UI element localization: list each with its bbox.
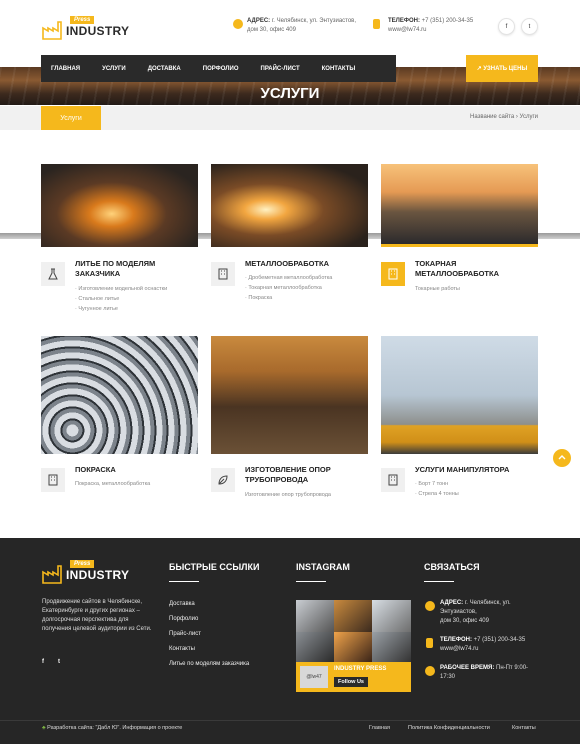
bottom-link-contacts[interactable]: Контакты [512, 724, 536, 733]
card-title-metalwork[interactable]: МЕТАЛЛООБРАБОТКА [245, 259, 365, 269]
contact-heading: СВЯЗАТЬСЯ [424, 562, 480, 572]
globe-icon [233, 19, 243, 29]
card-image-painting[interactable] [41, 336, 198, 454]
card-list-turning: Токарные работы [415, 286, 460, 292]
footer-logo[interactable]: Press INDUSTRY [42, 560, 132, 586]
card-list-painting: Покраска, металлообработка [75, 481, 151, 487]
quick-links-list: Доставка Порфолио Прайс-лист Контакты Ли… [169, 597, 279, 672]
logo-text: INDUSTRY [66, 24, 130, 38]
twitter-icon[interactable]: t [521, 18, 538, 35]
developer-credit[interactable]: ♣ Разработка сайта: "Дабл Ю". Информация… [42, 724, 272, 733]
breadcrumb: Название сайта › Услуги [470, 114, 538, 120]
card-list-crane: · Борт 7 тонн · Стрела 4 тонны [415, 481, 459, 497]
breadcrumb-separator: › [515, 114, 518, 120]
nav-item-home[interactable]: ГЛАВНАЯ [51, 66, 80, 72]
card-image-turning[interactable] [381, 164, 538, 247]
header-address: АДРЕС: г. Челябинск, ул. Энтузиастов, дом… [247, 18, 357, 33]
leaf-icon [211, 468, 235, 492]
phone-icon [426, 638, 433, 648]
phone-icon [373, 19, 380, 29]
insta-thumb[interactable] [372, 632, 411, 662]
instagram-heading: INSTAGRAM [296, 562, 350, 572]
card-title-crane[interactable]: УСЛУГИ МАНИПУЛЯТОРА [415, 465, 545, 475]
factory-icon [42, 565, 62, 584]
card-title-supports[interactable]: ИЗГОТОВЛЕНИЕ ОПОР ТРУБОПРОВОДА [245, 465, 375, 485]
nav-item-contacts[interactable]: КОНТАКТЫ [322, 66, 356, 72]
card-list-casting: · Изготовление модельной оснастки · Сталь… [75, 286, 168, 312]
card-image-supports[interactable] [211, 336, 368, 454]
site-logo[interactable]: Press INDUSTRY [42, 16, 132, 42]
insta-name: INDUSTRY PRESS [334, 666, 387, 672]
footer-facebook-icon[interactable]: f [42, 658, 44, 667]
card-title-painting[interactable]: ПОКРАСКА [75, 465, 195, 475]
clock-icon [425, 666, 435, 676]
breadcrumb-site[interactable]: Название сайта [470, 114, 514, 120]
logo-text: INDUSTRY [66, 568, 130, 582]
footer-phone: ТЕЛЕФОН: +7 (351) 200-34-35 www@lw74.ru [440, 637, 526, 652]
insta-thumb[interactable] [334, 600, 372, 632]
nav-item-services[interactable]: УСЛУГИ [102, 66, 126, 72]
card-title-turning[interactable]: ТОКАРНАЯ МЕТАЛЛООБРАБОТКА [415, 259, 535, 279]
scroll-up-button[interactable] [553, 449, 571, 467]
card-image-metalwork[interactable] [211, 164, 368, 247]
quick-link-contacts[interactable]: Контакты [169, 642, 279, 657]
building-icon [41, 468, 65, 492]
chevron-up-icon [558, 455, 566, 460]
footer-address: АДРЕС: г. Челябинск, ул. Энтузиастов, дом … [440, 600, 511, 624]
insta-profile-bar: @lw47 INDUSTRY PRESS Follow Us [296, 662, 411, 692]
insta-avatar: @lw47 [300, 666, 328, 688]
facebook-icon[interactable]: f [498, 18, 515, 35]
factory-icon [42, 21, 62, 40]
card-list-metalwork: · Дробеметная металлообработка · Токарная… [245, 275, 333, 301]
building-icon [211, 262, 235, 286]
insta-thumb[interactable] [296, 600, 334, 632]
nav-item-delivery[interactable]: ДОСТАВКА [148, 66, 181, 72]
bottom-link-privacy[interactable]: Политика Конфиденциальности [408, 724, 490, 733]
card-image-crane[interactable] [381, 336, 538, 454]
footer-twitter-icon[interactable]: t [58, 658, 60, 667]
insta-thumb[interactable] [372, 600, 411, 632]
insta-thumb[interactable] [296, 632, 334, 662]
logo-badge: Press [70, 560, 95, 568]
building-icon [381, 468, 405, 492]
breadcrumb-current: Услуги [519, 114, 538, 120]
section-tab: Услуги [41, 106, 101, 130]
heading-underline [296, 581, 326, 582]
quick-link-portfolio[interactable]: Порфолио [169, 612, 279, 627]
heading-underline [424, 581, 454, 582]
header-phone: ТЕЛЕФОН: +7 (351) 200-34-35 www@lw74.ru [388, 18, 474, 33]
card-title-casting[interactable]: ЛИТЬЕ ПО МОДЕЛЯМ ЗАКАЗЧИКА [75, 259, 195, 279]
quick-link-pricelist[interactable]: Прайс-лист [169, 627, 279, 642]
quick-links-heading: БЫСТРЫЕ ССЫЛКИ [169, 562, 260, 572]
insta-thumb[interactable] [334, 632, 372, 662]
insta-follow-button[interactable]: Follow Us [334, 677, 368, 687]
card-image-casting[interactable] [41, 164, 198, 247]
page-title: УСЛУГИ [260, 85, 320, 102]
leaf-icon: ♣ [42, 725, 46, 731]
globe-icon [425, 601, 435, 611]
footer-hours: РАБОЧЕЕ ВРЕМЯ: Пн-Пт 9:00- 17:30 [440, 665, 529, 680]
heading-underline [169, 581, 199, 582]
instagram-widget[interactable]: @lw47 INDUSTRY PRESS Follow Us [296, 600, 411, 692]
card-list-supports: Изготовление опор трубопровода [245, 492, 331, 498]
flask-icon [41, 262, 65, 286]
footer-about: Продвижение сайтов в Челябинске, Екатерин… [42, 599, 152, 632]
bottom-link-home[interactable]: Главная [369, 724, 390, 733]
main-nav: ГЛАВНАЯ УСЛУГИ ДОСТАВКА ПОРФОЛИО ПРАЙС-Л… [41, 55, 396, 82]
quick-link-casting[interactable]: Литье по моделям заказчика [169, 657, 279, 672]
nav-item-portfolio[interactable]: ПОРФОЛИО [203, 66, 239, 72]
building-icon [381, 262, 405, 286]
nav-item-pricelist[interactable]: ПРАЙС-ЛИСТ [261, 66, 300, 72]
logo-badge: Press [70, 16, 95, 24]
get-prices-button[interactable]: ↗ УЗНАТЬ ЦЕНЫ [466, 55, 538, 82]
quick-link-delivery[interactable]: Доставка [169, 597, 279, 612]
